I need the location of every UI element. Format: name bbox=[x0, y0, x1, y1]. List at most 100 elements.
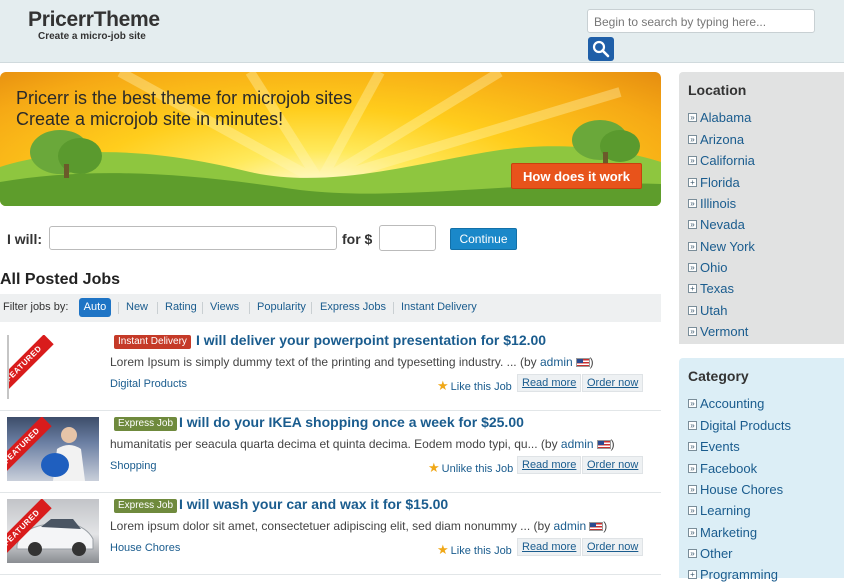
for-price-label: for $ bbox=[342, 231, 373, 247]
location-item-nevada[interactable]: » Nevada bbox=[688, 217, 745, 232]
category-item-events[interactable]: » Events bbox=[688, 439, 740, 454]
location-title: Location bbox=[688, 82, 747, 98]
location-label: Utah bbox=[700, 303, 728, 318]
filter-auto[interactable]: Auto bbox=[79, 298, 111, 317]
order-now-button[interactable]: Order now bbox=[582, 374, 644, 392]
plus-icon: + bbox=[688, 178, 697, 188]
read-more-button[interactable]: Read more bbox=[517, 456, 582, 474]
job-author-link[interactable]: admin bbox=[540, 355, 573, 369]
price-input[interactable] bbox=[379, 225, 436, 251]
job-author-link[interactable]: admin bbox=[561, 437, 594, 451]
category-widget: Category » Accounting » Digital Products »… bbox=[679, 358, 844, 582]
search-input[interactable]: Begin to search by typing here... bbox=[587, 9, 815, 33]
location-item-new-york[interactable]: » New York bbox=[688, 239, 755, 254]
filter-label: Filter jobs by: bbox=[3, 301, 69, 313]
job-thumbnail[interactable]: FEATURED bbox=[7, 417, 99, 481]
filter-new[interactable]: New bbox=[126, 301, 148, 313]
site-tagline: Create a micro-job site bbox=[38, 31, 146, 42]
filter-separator bbox=[202, 302, 203, 314]
job-row: FEATURED Express Job I will do your IKEA… bbox=[0, 410, 661, 493]
job-title-link[interactable]: I will wash your car and wax it for $15.… bbox=[179, 496, 448, 512]
search-button[interactable] bbox=[588, 37, 614, 61]
job-category-link[interactable]: Digital Products bbox=[110, 378, 187, 390]
job-row: FEATURED Express Job I will wash your ca… bbox=[0, 492, 661, 575]
filter-bar: Filter jobs by: Auto New Rating Views Po… bbox=[0, 294, 661, 322]
express-job-badge: Express Job bbox=[114, 499, 178, 513]
job-title-link[interactable]: I will do your IKEA shopping once a week… bbox=[179, 414, 524, 430]
star-icon: ★ bbox=[437, 378, 449, 393]
order-now-button[interactable]: Order now bbox=[582, 456, 644, 474]
expand-arrows-icon: » bbox=[688, 220, 697, 230]
category-item-house-chores[interactable]: » House Chores bbox=[688, 482, 783, 497]
category-title: Category bbox=[688, 368, 749, 384]
job-thumbnail[interactable]: FEATURED bbox=[7, 499, 99, 563]
category-item-digital-products[interactable]: » Digital Products bbox=[688, 418, 791, 433]
filter-rating[interactable]: Rating bbox=[165, 301, 197, 313]
us-flag-icon bbox=[575, 358, 590, 368]
expand-arrows-icon: » bbox=[688, 528, 697, 538]
job-category-link[interactable]: Shopping bbox=[110, 460, 157, 472]
location-item-illinois[interactable]: » Illinois bbox=[688, 196, 736, 211]
read-more-button[interactable]: Read more bbox=[517, 538, 582, 556]
like-job-link[interactable]: ★ Like this Job bbox=[437, 542, 512, 558]
unlike-job-link[interactable]: ★ Unlike this Job bbox=[428, 460, 513, 476]
expand-arrows-icon: » bbox=[688, 399, 697, 409]
category-label: House Chores bbox=[700, 482, 784, 497]
location-item-florida[interactable]: + Florida bbox=[688, 175, 740, 190]
location-item-california[interactable]: » California bbox=[688, 153, 755, 168]
expand-arrows-icon: » bbox=[688, 485, 697, 495]
filter-popularity[interactable]: Popularity bbox=[257, 301, 306, 313]
banner-headline: Pricerr is the best theme for microjob s… bbox=[16, 88, 353, 108]
read-more-button[interactable]: Read more bbox=[517, 374, 582, 392]
job-description: humanitatis per seacula quarta decima et… bbox=[110, 437, 615, 451]
category-item-learning[interactable]: » Learning bbox=[688, 503, 751, 518]
category-item-marketing[interactable]: » Marketing bbox=[688, 525, 757, 540]
category-label: Learning bbox=[700, 503, 751, 518]
category-label: Digital Products bbox=[700, 418, 792, 433]
expand-arrows-icon: » bbox=[688, 506, 697, 516]
expand-arrows-icon: » bbox=[688, 327, 697, 337]
job-thumbnail[interactable]: FEATURED bbox=[7, 335, 101, 399]
banner-subheadline: Create a microjob site in minutes! bbox=[16, 109, 284, 129]
location-item-texas[interactable]: + Texas bbox=[688, 281, 734, 296]
express-job-badge: Express Job bbox=[114, 417, 178, 431]
location-label: Ohio bbox=[700, 260, 728, 275]
job-excerpt: Lorem ipsum dolor sit amet, consectetuer… bbox=[110, 519, 554, 533]
filter-express-jobs[interactable]: Express Jobs bbox=[320, 301, 386, 313]
location-item-ohio[interactable]: » Ohio bbox=[688, 260, 727, 275]
like-label: Unlike this Job bbox=[441, 463, 514, 475]
category-item-programming[interactable]: + Programming bbox=[688, 567, 778, 582]
expand-arrows-icon: » bbox=[688, 421, 697, 431]
category-label: Marketing bbox=[700, 525, 758, 540]
star-icon: ★ bbox=[437, 542, 449, 557]
category-item-facebook[interactable]: » Facebook bbox=[688, 461, 757, 476]
like-job-link[interactable]: ★ Like this Job bbox=[437, 378, 512, 394]
category-label: Facebook bbox=[700, 461, 758, 476]
expand-arrows-icon: » bbox=[688, 199, 697, 209]
job-excerpt-end: ) bbox=[610, 437, 615, 451]
plus-icon: + bbox=[688, 284, 697, 294]
location-item-utah[interactable]: » Utah bbox=[688, 303, 727, 318]
job-description: Lorem ipsum dolor sit amet, consectetuer… bbox=[110, 519, 607, 533]
filter-instant-delivery[interactable]: Instant Delivery bbox=[401, 301, 477, 313]
job-category-link[interactable]: House Chores bbox=[110, 542, 180, 554]
location-label: Arizona bbox=[700, 132, 745, 147]
job-author-link[interactable]: admin bbox=[554, 519, 587, 533]
order-now-button[interactable]: Order now bbox=[582, 538, 644, 556]
site-logo[interactable]: PricerrTheme bbox=[28, 8, 160, 32]
job-title-link[interactable]: I will deliver your powerpoint presentat… bbox=[196, 332, 546, 348]
expand-arrows-icon: » bbox=[688, 442, 697, 452]
continue-button[interactable]: Continue bbox=[450, 228, 517, 250]
how-it-works-button[interactable]: How does it work bbox=[511, 163, 642, 189]
location-label: New York bbox=[700, 239, 755, 254]
job-excerpt-end: ) bbox=[589, 355, 594, 369]
category-item-other[interactable]: » Other bbox=[688, 546, 733, 561]
job-description-input[interactable] bbox=[49, 226, 337, 250]
location-item-arizona[interactable]: » Arizona bbox=[688, 132, 744, 147]
location-item-alabama[interactable]: » Alabama bbox=[688, 110, 751, 125]
category-item-accounting[interactable]: » Accounting bbox=[688, 396, 764, 411]
job-row: FEATURED Instant Delivery I will deliver… bbox=[0, 328, 661, 411]
location-item-vermont[interactable]: » Vermont bbox=[688, 324, 748, 339]
filter-views[interactable]: Views bbox=[210, 301, 239, 313]
filter-separator bbox=[393, 302, 394, 314]
